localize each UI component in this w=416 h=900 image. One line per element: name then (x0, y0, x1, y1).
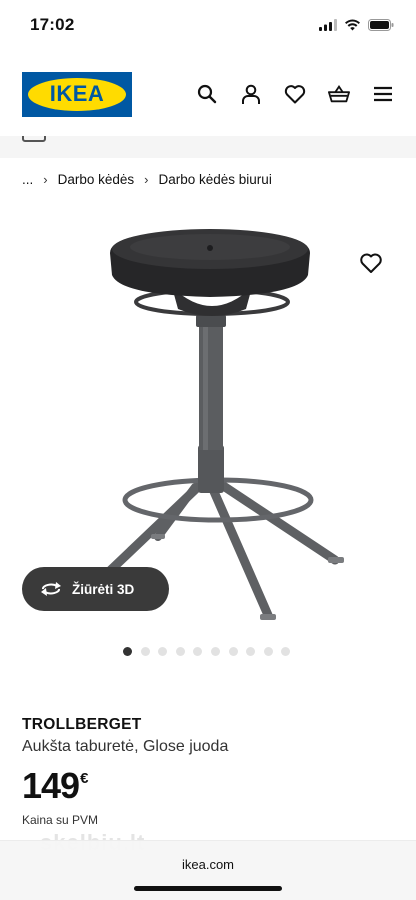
user-icon[interactable] (240, 83, 262, 105)
menu-icon[interactable] (372, 83, 394, 105)
search-icon[interactable] (196, 83, 218, 105)
header-icons (196, 83, 394, 105)
wifi-icon (345, 19, 360, 31)
basket-icon[interactable] (328, 83, 350, 105)
home-indicator[interactable] (134, 886, 282, 891)
price-currency: € (80, 770, 89, 787)
carousel-dot[interactable] (210, 647, 220, 656)
breadcrumb-item-office-chairs[interactable]: Darbo kėdės biurui (159, 172, 272, 187)
logo-text: IKEA (49, 81, 105, 106)
breadcrumb-item-work-chairs[interactable]: Darbo kėdės (58, 172, 135, 187)
add-to-favourites-icon[interactable] (359, 252, 385, 276)
signal-icon (319, 19, 337, 31)
carousel-dot[interactable] (246, 647, 256, 656)
site-header: IKEA (0, 62, 416, 126)
price-note: Kaina su PVM (22, 813, 99, 827)
carousel-dot[interactable] (158, 647, 168, 656)
carousel-dot[interactable] (281, 647, 291, 656)
address-bar-domain[interactable]: ikea.com (0, 857, 416, 872)
carousel-dot[interactable] (228, 647, 238, 656)
price-value: 149 (22, 765, 80, 806)
promo-band (0, 136, 416, 158)
chevron-right-icon: › (144, 172, 149, 187)
battery-icon (368, 19, 394, 31)
heart-icon[interactable] (284, 83, 306, 105)
carousel-dot[interactable] (123, 647, 132, 656)
truck-icon (22, 136, 46, 142)
breadcrumb-ellipsis[interactable]: ... (22, 172, 33, 187)
ikea-logo[interactable]: IKEA (22, 71, 132, 117)
breadcrumb: ... › Darbo kėdės › Darbo kėdės biurui (22, 172, 272, 187)
carousel-dot[interactable] (193, 647, 203, 656)
carousel-dots (123, 647, 291, 656)
status-time: 17:02 (30, 15, 75, 34)
chevron-right-icon: › (43, 172, 48, 187)
view-3d-button[interactable]: Žiūrėti 3D (22, 567, 169, 611)
product-name: TROLLBERGET (22, 716, 142, 733)
product-price: 149 € (22, 766, 88, 806)
carousel-dot[interactable] (175, 647, 185, 656)
browser-bottom-bar: ikea.com (0, 840, 416, 900)
view-3d-label: Žiūrėti 3D (72, 581, 135, 597)
status-bar: 17:02 (0, 0, 416, 50)
product-description: Aukšta taburetė, Glose juoda (22, 738, 229, 755)
rotate-3d-icon (41, 582, 61, 596)
carousel-dot[interactable] (140, 647, 150, 656)
status-icons (319, 19, 394, 31)
logo-oval: IKEA (28, 77, 126, 111)
carousel-dot[interactable] (263, 647, 273, 656)
